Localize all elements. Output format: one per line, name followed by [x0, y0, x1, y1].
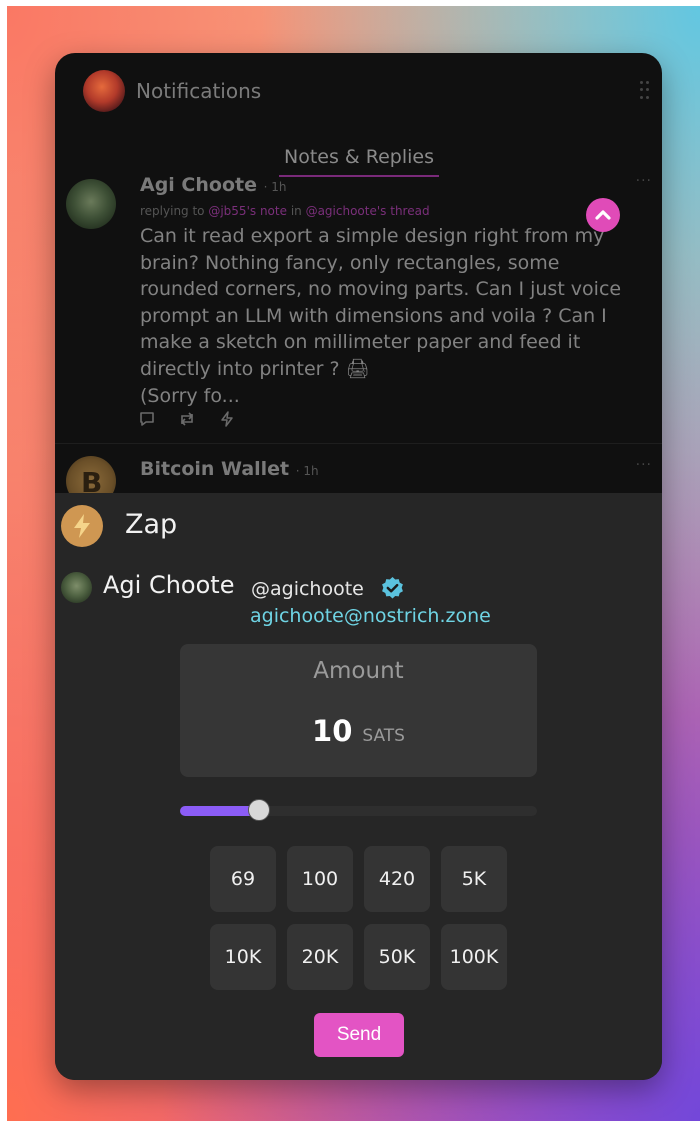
note-actions	[138, 410, 236, 428]
amount-unit: SATS	[362, 726, 405, 746]
recipient-avatar	[61, 572, 92, 603]
lightning-icon	[61, 505, 103, 547]
reply-icon[interactable]	[138, 410, 156, 428]
thread-link[interactable]: thread	[390, 204, 429, 218]
preset-button-50k[interactable]: 50K	[364, 924, 430, 990]
drag-handle-icon[interactable]	[640, 81, 650, 101]
recipient-name: Agi Choote	[103, 571, 235, 599]
repost-icon[interactable]	[178, 410, 196, 428]
page-title: Notifications	[136, 79, 262, 103]
preset-button-5k[interactable]: 5K	[441, 846, 507, 912]
avatar[interactable]	[66, 179, 116, 229]
divider	[55, 443, 662, 444]
zap-icon[interactable]	[218, 410, 236, 428]
amount-label: Amount	[313, 658, 404, 684]
preset-button-100[interactable]: 100	[287, 846, 353, 912]
note-author-name: Agi Choote	[140, 174, 257, 196]
tab-notes-replies[interactable]: Notes & Replies	[279, 146, 439, 177]
preset-button-20k[interactable]: 20K	[287, 924, 353, 990]
note-content[interactable]: Can it read export a simple design right…	[140, 223, 640, 409]
zap-title: Zap	[125, 509, 178, 540]
thread-owner-link[interactable]: @agichoote	[306, 204, 377, 218]
slider-thumb[interactable]	[247, 799, 270, 821]
recipient-handle: @agichoote	[251, 578, 364, 600]
preset-button-100k[interactable]: 100K	[441, 924, 507, 990]
note-timestamp: · 1h	[263, 180, 287, 194]
preset-amounts: 69 100 420 5K 10K 20K 50K 100K	[210, 846, 507, 990]
note-author[interactable]: Bitcoin Wallet · 1h	[140, 458, 319, 480]
slider-fill	[180, 806, 259, 816]
notifications-window: Notifications Notes & Replies Agi Choote…	[55, 53, 662, 1080]
scroll-to-top-button[interactable]	[586, 198, 620, 232]
preset-button-69[interactable]: 69	[210, 846, 276, 912]
mention-link[interactable]: @jb55	[208, 204, 246, 218]
chevron-up-icon	[595, 210, 611, 220]
amount-value: 10 SATS	[180, 714, 537, 748]
amount-display: Amount 10 SATS	[180, 644, 537, 777]
profile-avatar[interactable]	[83, 70, 125, 112]
note-author-name: Bitcoin Wallet	[140, 458, 290, 480]
send-button[interactable]: Send	[314, 1013, 404, 1057]
amount-slider[interactable]	[180, 799, 537, 821]
verified-badge-icon	[382, 577, 403, 599]
note-author[interactable]: Agi Choote · 1h	[140, 174, 286, 196]
more-options-icon[interactable]: ···	[636, 457, 652, 473]
recipient-nip05: agichoote@nostrich.zone	[250, 605, 491, 627]
reply-context: replying to @jb55's note in @agichoote's…	[140, 204, 430, 218]
amount-number: 10	[312, 714, 353, 748]
more-options-icon[interactable]: ···	[636, 173, 652, 189]
preset-button-10k[interactable]: 10K	[210, 924, 276, 990]
note-link[interactable]: note	[260, 204, 287, 218]
preset-button-420[interactable]: 420	[364, 846, 430, 912]
note-timestamp: · 1h	[295, 464, 319, 478]
zap-sheet: Zap Agi Choote @agichoote agichoote@nost…	[55, 493, 662, 1080]
